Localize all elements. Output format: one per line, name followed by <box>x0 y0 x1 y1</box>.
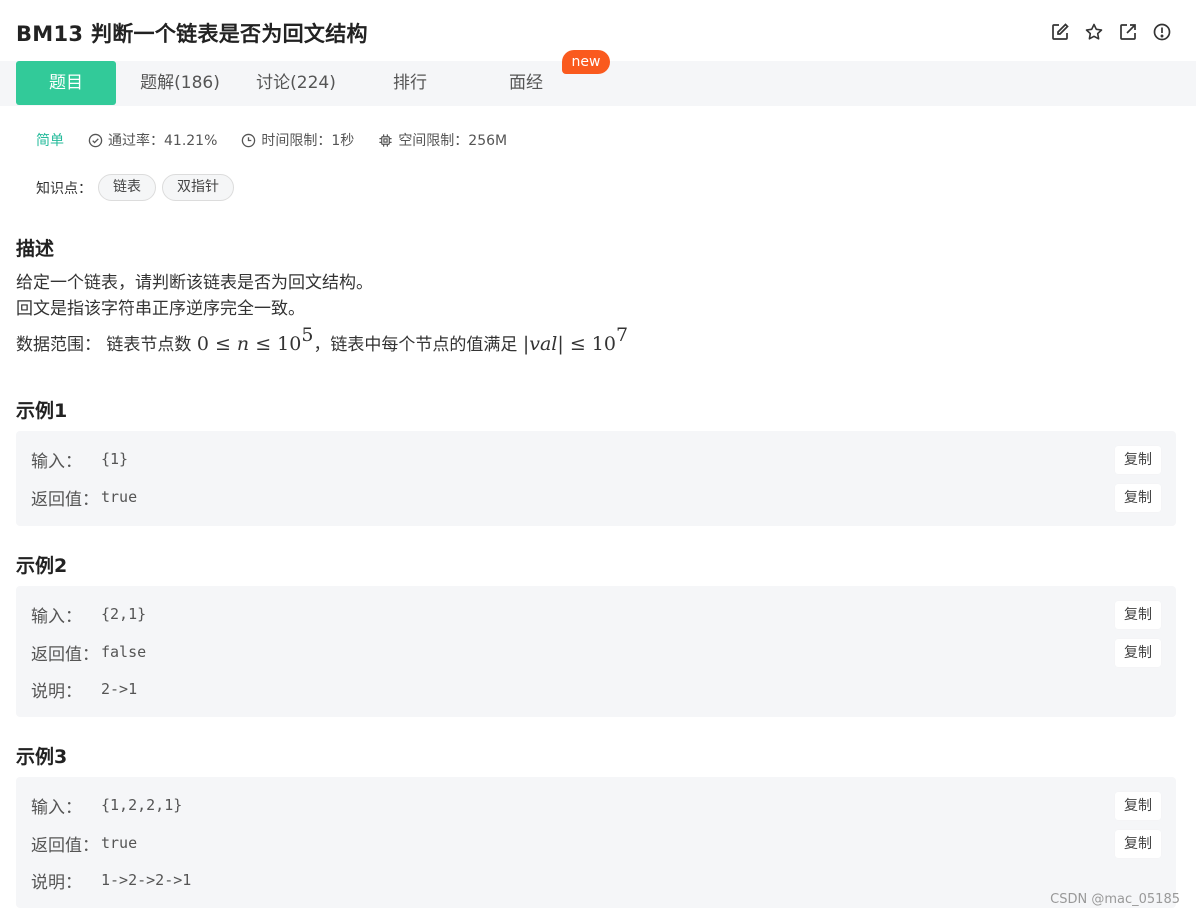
tab-problem[interactable]: 题目 <box>16 61 116 105</box>
clock-icon <box>242 133 256 147</box>
pass-rate-text: 通过率：41.21% <box>108 133 218 149</box>
data-range-mid: ，链表中每个节点的值满足 <box>313 335 523 355</box>
example-2-title: 示例2 <box>16 555 68 577</box>
input-label: 输入： <box>31 797 82 818</box>
problem-meta: 简单 通过率：41.21% 时间限制：1秒 空间限制：256M <box>36 130 531 150</box>
range-n: n <box>236 333 250 355</box>
example-3-output-row: 返回值： true <box>31 831 138 856</box>
star-icon[interactable] <box>1084 22 1104 42</box>
problem-title: BM13 判断一个链表是否为回文结构 <box>16 22 368 46</box>
example-2-input: {2,1} <box>101 605 147 623</box>
tab-interview[interactable]: 面经 <box>476 61 576 105</box>
example-2-copy-input-button[interactable]: 复制 <box>1115 601 1161 629</box>
tag-two-pointers[interactable]: 双指针 <box>162 174 234 201</box>
example-1-output-row: 返回值： true <box>31 485 138 510</box>
example-2-note: 2->1 <box>101 680 138 698</box>
note-label: 说明： <box>31 872 82 893</box>
difficulty-label: 简单 <box>36 133 64 149</box>
range-exp-1: 5 <box>301 324 314 346</box>
range-math-1: 0 ≤ <box>196 333 237 355</box>
example-3-input-row: 输入： {1,2,2,1} <box>31 793 183 818</box>
pass-rate: 通过率：41.21% <box>88 130 217 150</box>
new-badge: new <box>562 50 610 74</box>
space-limit: 空间限制：256M <box>378 130 507 150</box>
tab-ranking[interactable]: 排行 <box>360 61 460 105</box>
range-math-3: ≤ 10 <box>563 333 616 355</box>
example-3-title: 示例3 <box>16 746 68 768</box>
data-range: 数据范围： 链表节点数 0 ≤ n ≤ 105，链表中每个节点的值满足 |val… <box>16 322 628 358</box>
example-1-output: true <box>101 488 138 506</box>
example-3-note: 1->2->2->1 <box>101 871 192 889</box>
description-body: 给定一个链表，请判断该链表是否为回文结构。 回文是指该字符串正序逆序完全一致。 … <box>16 270 628 358</box>
edit-icon[interactable] <box>1050 22 1070 42</box>
output-label: 返回值： <box>31 644 99 665</box>
data-range-prefix: 数据范围： 链表节点数 <box>16 335 197 355</box>
space-limit-text: 空间限制：256M <box>398 133 508 149</box>
example-3-copy-output-button[interactable]: 复制 <box>1115 830 1161 858</box>
example-2-output: false <box>101 643 147 661</box>
example-3-output: true <box>101 834 138 852</box>
knowledge-label: 知识点： <box>36 180 92 197</box>
check-circle-icon <box>88 133 103 147</box>
time-limit-text: 时间限制：1秒 <box>261 133 355 149</box>
output-label: 返回值： <box>31 489 99 510</box>
note-label: 说明： <box>31 681 82 702</box>
tab-solutions[interactable]: 题解(186) <box>130 61 230 105</box>
example-2-copy-output-button[interactable]: 复制 <box>1115 639 1161 667</box>
example-1-input: {1} <box>101 450 129 468</box>
example-2-output-row: 返回值： false <box>31 640 147 665</box>
input-label: 输入： <box>31 451 82 472</box>
output-label: 返回值： <box>31 835 99 856</box>
time-limit: 时间限制：1秒 <box>241 130 354 150</box>
example-1-input-row: 输入： {1} <box>31 447 129 472</box>
example-2-input-row: 输入： {2,1} <box>31 602 147 627</box>
example-1-title: 示例1 <box>16 400 68 422</box>
range-exp-2: 7 <box>615 324 629 346</box>
description-title: 描述 <box>16 238 55 260</box>
info-icon[interactable] <box>1152 22 1172 42</box>
example-3-copy-input-button[interactable]: 复制 <box>1115 792 1161 820</box>
example-3-box: 输入： {1,2,2,1} 复制 返回值： true 复制 说明： 1->2->… <box>16 777 1176 908</box>
tab-discussion[interactable]: 讨论(224) <box>246 61 346 105</box>
description-line-1: 给定一个链表，请判断该链表是否为回文结构。 <box>16 273 373 293</box>
description-line-2: 回文是指该字符串正序逆序完全一致。 <box>16 299 305 319</box>
example-3-note-row: 说明： 1->2->2->1 <box>31 868 192 893</box>
example-1-box: 输入： {1} 复制 返回值： true 复制 <box>16 431 1176 526</box>
header-icons <box>1050 22 1172 42</box>
tag-linked-list[interactable]: 链表 <box>98 174 156 201</box>
example-2-note-row: 说明： 2->1 <box>31 677 138 702</box>
range-val: val <box>529 333 558 355</box>
chip-icon <box>379 133 392 147</box>
knowledge-tags: 知识点： 链表 双指针 <box>36 174 234 201</box>
example-2-box: 输入： {2,1} 复制 返回值： false 复制 说明： 2->1 <box>16 586 1176 717</box>
input-label: 输入： <box>31 606 82 627</box>
example-1-copy-output-button[interactable]: 复制 <box>1115 484 1161 512</box>
external-link-icon[interactable] <box>1118 22 1138 42</box>
watermark: CSDN @mac_05185 <box>1050 892 1180 907</box>
example-1-copy-input-button[interactable]: 复制 <box>1115 446 1161 474</box>
example-3-input: {1,2,2,1} <box>101 796 183 814</box>
range-math-2: ≤ 10 <box>249 333 302 355</box>
